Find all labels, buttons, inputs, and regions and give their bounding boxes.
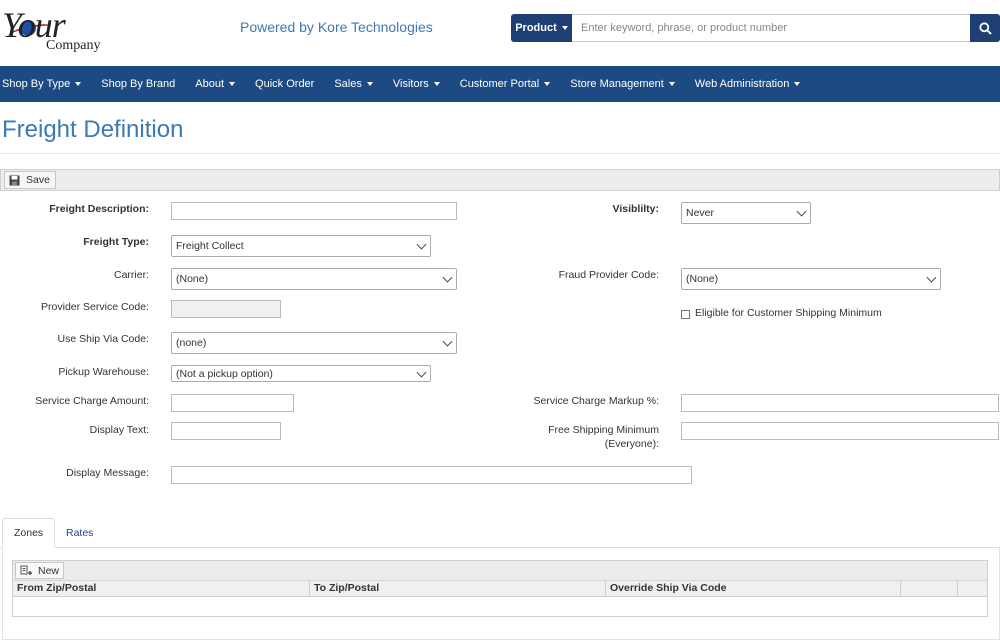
visibility-select[interactable]: Never	[681, 202, 811, 224]
display-text-input[interactable]	[171, 422, 281, 440]
nav-label: About	[195, 78, 225, 90]
carrier-label: Carrier:	[113, 269, 149, 281]
main-nav: Shop By Type Shop By Brand About Quick O…	[0, 66, 1000, 102]
search-scope-label: Product	[515, 22, 557, 34]
chevron-down-icon	[416, 367, 427, 378]
service-charge-markup-label: Service Charge Markup %:	[533, 395, 659, 407]
eligible-min-checkbox[interactable]	[681, 310, 690, 319]
zones-grid: New From Zip/Postal To Zip/Postal Overri…	[12, 560, 988, 617]
tab-label: Zones	[14, 527, 44, 539]
use-ship-via-code-select[interactable]: (none)	[171, 332, 457, 354]
save-label: Save	[26, 174, 50, 186]
pickup-warehouse-select[interactable]: (Not a pickup option)	[171, 365, 431, 382]
chevron-down-icon	[544, 82, 551, 86]
new-record-icon	[20, 565, 32, 576]
chevron-down-icon	[366, 82, 373, 86]
nav-label: Sales	[334, 78, 362, 90]
free-shipping-min-label-line1: Free Shipping Minimum	[548, 424, 659, 436]
new-label: New	[38, 564, 60, 577]
chevron-down-icon	[926, 272, 937, 283]
column-header-from-zip[interactable]: From Zip/Postal	[13, 581, 310, 597]
save-button[interactable]: Save	[4, 171, 56, 189]
service-charge-amount-label: Service Charge Amount:	[35, 395, 149, 407]
nav-sales[interactable]: Sales	[324, 66, 383, 102]
freight-description-label: Freight Description:	[49, 203, 149, 215]
powered-by-text: Powered by Kore Technologies	[240, 19, 433, 35]
tab-zones[interactable]: Zones	[2, 518, 56, 548]
nav-visitors[interactable]: Visitors	[383, 66, 450, 102]
use-ship-via-code-value: (none)	[176, 337, 207, 349]
nav-customer-portal[interactable]: Customer Portal	[450, 66, 560, 102]
service-charge-markup-input[interactable]	[681, 394, 999, 412]
chevron-down-icon	[229, 82, 236, 86]
freight-type-label: Freight Type:	[83, 236, 149, 248]
free-shipping-min-label-line2: (Everyone):	[604, 438, 659, 450]
chevron-down-icon	[433, 82, 440, 86]
chevron-down-icon	[794, 82, 801, 86]
display-message-input[interactable]	[171, 466, 692, 484]
visibility-value: Never	[686, 207, 715, 219]
chevron-down-icon	[561, 26, 568, 30]
nav-about[interactable]: About	[185, 66, 245, 102]
chevron-down-icon	[416, 239, 427, 250]
search-bar: Product	[511, 14, 1000, 42]
nav-label: Shop By Brand	[101, 78, 176, 90]
carrier-select[interactable]: (None)	[171, 268, 457, 290]
column-header-override-ship-via[interactable]: Override Ship Via Code	[606, 581, 901, 597]
nav-quick-order[interactable]: Quick Order	[245, 66, 324, 102]
search-scope-dropdown[interactable]: Product	[511, 14, 572, 42]
search-input[interactable]	[572, 14, 970, 42]
search-button[interactable]	[970, 14, 1000, 42]
use-ship-via-code-label: Use Ship Via Code:	[57, 333, 149, 345]
page-title: Freight Definition	[2, 116, 184, 143]
search-icon	[978, 21, 992, 35]
freight-type-value: Freight Collect	[176, 240, 244, 252]
freight-description-input[interactable]	[171, 202, 457, 220]
nav-label: Web Administration	[694, 78, 790, 90]
nav-label: Shop By Type	[2, 78, 71, 90]
nav-label: Customer Portal	[459, 78, 540, 90]
form-toolbar: Save	[0, 169, 1000, 191]
fraud-provider-code-label: Fraud Provider Code:	[558, 269, 659, 281]
service-charge-amount-input[interactable]	[171, 394, 294, 412]
provider-service-code-input[interactable]	[171, 300, 281, 318]
carrier-value: (None)	[176, 273, 209, 285]
nav-web-administration[interactable]: Web Administration	[685, 66, 811, 102]
nav-shop-by-brand[interactable]: Shop By Brand	[91, 66, 185, 102]
grid-toolbar: New	[13, 561, 987, 581]
eligible-min-label: Eligible for Customer Shipping Minimum	[695, 307, 882, 319]
freight-type-select[interactable]: Freight Collect	[171, 235, 431, 257]
display-message-label: Display Message:	[66, 467, 149, 479]
provider-service-code-label: Provider Service Code:	[41, 301, 149, 313]
nav-label: Store Management	[570, 78, 664, 90]
chevron-down-icon	[668, 82, 675, 86]
display-text-label: Display Text:	[89, 424, 149, 436]
chevron-down-icon	[442, 272, 453, 283]
free-shipping-min-label: Free Shipping Minimum (Everyone):	[500, 423, 659, 451]
chevron-down-icon	[75, 82, 82, 86]
column-header-actions	[901, 581, 958, 597]
visibility-label: Visiblilty:	[612, 203, 660, 215]
tab-rates[interactable]: Rates	[55, 518, 104, 548]
column-header-to-zip[interactable]: To Zip/Postal	[310, 581, 606, 597]
nav-label: Visitors	[392, 78, 429, 90]
free-shipping-min-input[interactable]	[681, 422, 999, 440]
fraud-provider-code-select[interactable]: (None)	[681, 268, 941, 290]
nav-shop-by-type[interactable]: Shop By Type	[0, 66, 91, 102]
nav-store-management[interactable]: Store Management	[560, 66, 685, 102]
chevron-down-icon	[442, 336, 453, 347]
grid-header-row: From Zip/Postal To Zip/Postal Override S…	[13, 581, 987, 597]
divider	[0, 153, 1000, 154]
tab-label: Rates	[66, 527, 94, 539]
chevron-down-icon	[796, 206, 807, 217]
logo-subtext: Company	[46, 38, 101, 53]
company-logo[interactable]: Your Company	[0, 4, 120, 60]
new-button[interactable]: New	[15, 562, 65, 579]
fraud-provider-code-value: (None)	[686, 273, 719, 285]
pickup-warehouse-value: (Not a pickup option)	[176, 367, 273, 380]
pickup-warehouse-label: Pickup Warehouse:	[58, 366, 149, 378]
floppy-disk-icon	[9, 175, 20, 186]
nav-label: Quick Order	[255, 78, 315, 90]
